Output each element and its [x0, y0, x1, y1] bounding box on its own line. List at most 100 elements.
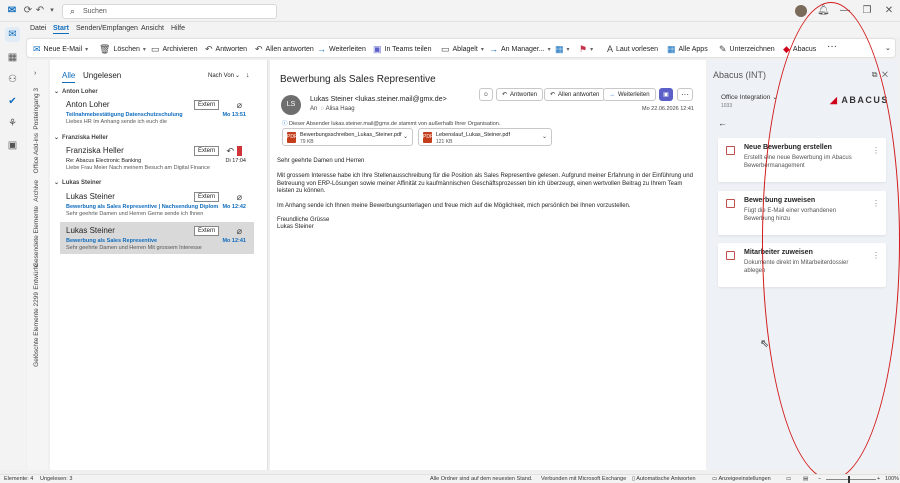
attachment-card[interactable]: PDF Bewerbungsschreiben_Lukas_Steiner.pd… [282, 128, 413, 146]
view-normal-icon[interactable]: ▭ [786, 476, 791, 482]
tab-unread[interactable]: Ungelesen [83, 71, 121, 80]
people-icon[interactable]: ⚇ [5, 72, 20, 87]
item-preview: Sehr geehrte Damen und Herren Mit grosse… [66, 245, 202, 251]
calendar-icon[interactable]: ▦ [5, 50, 20, 65]
inbox-folder-button[interactable]: ▭ Ablagelt ▾ [441, 44, 484, 55]
all-apps-button[interactable]: ▦ Alle Apps [667, 44, 708, 55]
emoji-reaction-button[interactable]: ☺ [479, 88, 493, 101]
search-box[interactable]: ⌕ Suchen [62, 4, 277, 19]
list-item[interactable]: Lukas Steiner Extern ⌀ Bewerbung als Sal… [60, 222, 254, 254]
tasks-icon[interactable]: ✔ [5, 94, 20, 109]
zoom-in-icon[interactable]: + [877, 476, 880, 482]
teams-share-icon[interactable]: ▣ [659, 88, 673, 101]
quick-access-dropdown-icon[interactable]: ▾ [46, 5, 58, 17]
message-more-icon[interactable]: ··· [677, 88, 693, 101]
sort-dropdown[interactable]: Nach Von [208, 73, 234, 79]
back-arrow-icon[interactable]: ← [718, 118, 727, 128]
auto-reply-status[interactable]: ▯ Automatische Antworten [632, 476, 696, 482]
expand-folders-icon[interactable]: › [34, 70, 36, 77]
pin-icon[interactable]: ⧉ [872, 70, 878, 79]
integration-dropdown[interactable]: Office Integration ⌄ [721, 93, 778, 101]
recipient-name[interactable]: Alisa Haag [326, 106, 355, 112]
minimize-icon[interactable]: — [839, 5, 851, 17]
list-item[interactable]: Anton Loher Extern ⌀ Teilnahmebestätigun… [60, 96, 254, 128]
folder-posteingang[interactable]: Posteingang 3 [33, 88, 40, 130]
forward-button[interactable]: → Weiterleiten [317, 44, 366, 54]
maximize-icon[interactable]: ❐ [861, 5, 873, 17]
chevron-down-icon: ▾ [85, 47, 89, 53]
bell-icon[interactable]: 🔔︎ [817, 5, 830, 17]
move-to-manager-button[interactable]: → An Manager... ▾ [489, 44, 551, 54]
attachment-card[interactable]: PDF Lebenslauf_Lukas_Steiner.pdf 121 KB … [418, 128, 552, 146]
menu-ansicht[interactable]: Ansicht [141, 25, 164, 32]
list-item[interactable]: Franziska Heller Extern ↶ Re: Abacus Ele… [60, 142, 254, 174]
more-vertical-icon[interactable]: ⋮ [872, 199, 880, 208]
read-aloud-button[interactable]: A Laut vorlesen [607, 44, 658, 54]
delete-button[interactable]: 🗑︎ Löschen ▾ [99, 44, 146, 55]
folder-entwuerfe[interactable]: Entwürfe [33, 264, 40, 290]
chevron-down-icon: ▾ [590, 47, 594, 53]
sign-button[interactable]: ✎ Unterzeichnen [719, 44, 775, 55]
read-aloud-icon: A [607, 44, 614, 54]
group-header[interactable]: ⌄ Lukas Steiner [54, 179, 258, 186]
folder-archive[interactable]: Archive [33, 180, 40, 202]
group-header[interactable]: ⌄ Anton Loher [54, 88, 258, 95]
card-assign-employee[interactable]: Mitarbeiter zuweisen Dokumente direkt im… [718, 243, 886, 287]
abacus-button[interactable]: ◆ Abacus [783, 44, 816, 55]
view-reading-icon[interactable]: ▤ [803, 476, 808, 482]
abacus-logo-mark-icon: ◢ [830, 95, 839, 105]
reply-button[interactable]: ↶ Antworten [205, 44, 247, 55]
new-mail-button[interactable]: ✉ Neue E-Mail ▾ [33, 44, 88, 55]
more-vertical-icon[interactable]: ⋮ [872, 146, 880, 155]
ribbon-collapse-icon[interactable]: ⌄ [885, 44, 891, 52]
zoom-out-icon[interactable]: − [818, 476, 821, 482]
more-vertical-icon[interactable]: ⋮ [872, 251, 880, 260]
archive-button[interactable]: ▭ Archivieren [151, 44, 198, 55]
chevron-down-icon[interactable]: ⌄ [542, 133, 547, 140]
categorize-button[interactable]: ▦ ▾ [555, 44, 570, 55]
menu-datei[interactable]: Datei [30, 25, 46, 32]
chevron-down-icon: ⌄ [772, 94, 778, 101]
display-settings-button[interactable]: ▭ Anzeigeeinstellungen [712, 476, 771, 482]
mail-icon: ✉ [33, 44, 41, 54]
card-assign-application[interactable]: Bewerbung zuweisen Fügt die E-Mail einer… [718, 191, 886, 235]
close-icon[interactable]: ✕ [882, 70, 888, 79]
message-reply-all-button[interactable]: ↶ Allen antworten [544, 88, 606, 101]
folder-gesendete[interactable]: Gesendete Elemente [33, 206, 40, 267]
message-reply-button[interactable]: ↶ Antworten [496, 88, 544, 101]
sender-avatar[interactable]: LS [281, 95, 301, 115]
sort-direction-icon[interactable]: ↓ [246, 72, 250, 79]
user-avatar[interactable] [795, 5, 807, 17]
reply-all-button[interactable]: ↶ Allen antworten [255, 44, 314, 55]
auto-reply-label: Automatische Antworten [636, 476, 696, 482]
chevron-down-icon[interactable]: ⌄ [235, 72, 240, 79]
chevron-down-icon[interactable]: ⌄ [403, 133, 408, 140]
undo-icon[interactable]: ↶ [34, 5, 46, 17]
org-icon[interactable]: ⚘ [5, 116, 20, 131]
folder-office-addins[interactable]: Office Add-ins [33, 133, 40, 173]
mail-icon[interactable]: ✉ [5, 27, 20, 42]
zoom-slider[interactable] [826, 479, 876, 480]
close-icon[interactable]: ✕ [883, 5, 895, 17]
zoom-slider-thumb[interactable] [848, 476, 850, 483]
sync-icon[interactable]: ⟳ [22, 5, 34, 17]
apps-icon[interactable]: ▣ [5, 138, 20, 153]
message-forward-button[interactable]: → Weiterleiten [603, 88, 656, 101]
abacus-addin-panel: Abacus (INT) ⧉ ✕ Office Integration ⌄ 10… [708, 60, 898, 470]
menu-hilfe[interactable]: Hilfe [171, 25, 185, 32]
menu-senden-empfangen[interactable]: Senden/Empfangen [76, 25, 138, 32]
document-icon [726, 199, 735, 208]
card-new-application[interactable]: Neue Bewerbung erstellen Erstellt eine n… [718, 138, 886, 182]
more-options-icon[interactable]: ··· [827, 41, 837, 52]
sender-address[interactable]: Lukas Steiner <lukas.steiner.mail@gmx.de… [310, 96, 447, 103]
list-item[interactable]: Lukas Steiner Extern ⌀ Bewerbung als Sal… [60, 188, 254, 220]
teams-share-button[interactable]: ▣ In Teams teilen [373, 44, 431, 55]
group-header[interactable]: ⌄ Franziska Heller [54, 134, 258, 141]
tab-all[interactable]: Alle [62, 71, 76, 83]
search-input[interactable]: Suchen [83, 8, 107, 15]
pdf-icon: PDF [287, 132, 297, 143]
folder-geloeschte[interactable]: Gelöschte Elemente 2299 [33, 292, 40, 367]
forward-icon: → [317, 44, 326, 54]
menu-start[interactable]: Start [53, 25, 69, 34]
flag-button[interactable]: ⚑ ▾ [579, 44, 593, 55]
